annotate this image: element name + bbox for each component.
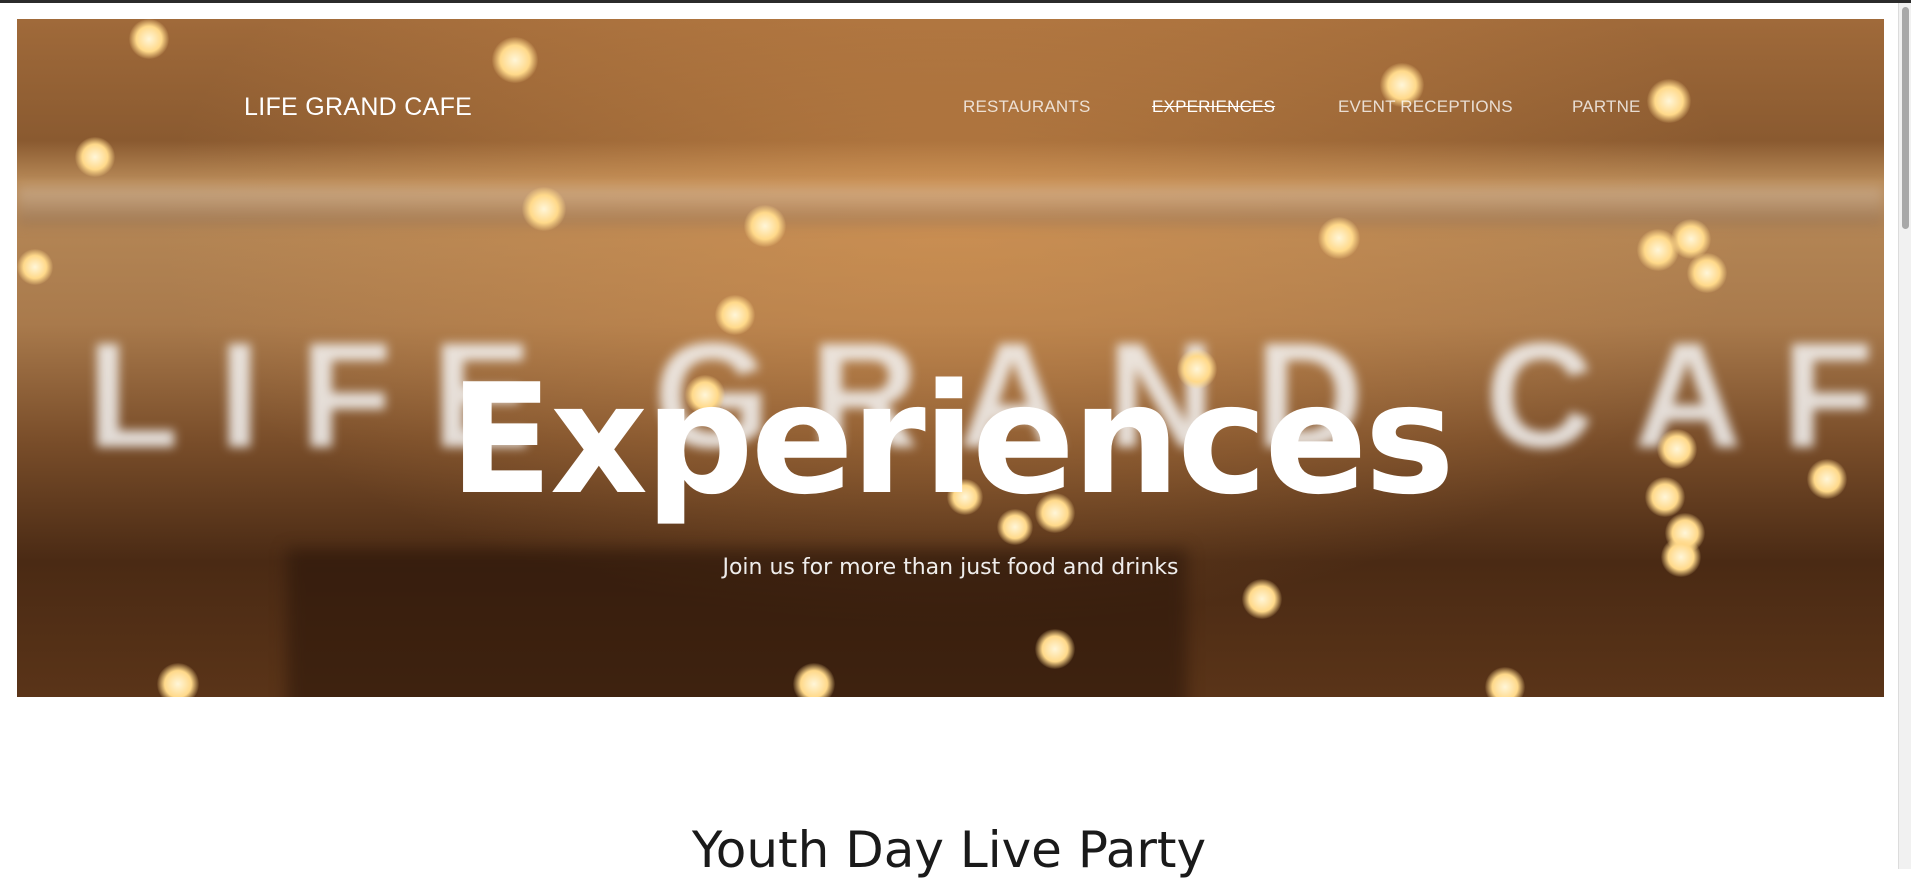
- bokeh-light: [522, 187, 566, 231]
- bokeh-light: [1242, 579, 1282, 619]
- main-navigation: LIFE GRAND CAFE RESTAURANTS EXPERIENCES …: [17, 19, 1884, 159]
- bokeh-light: [715, 295, 755, 335]
- nav-item-partners[interactable]: PARTNE: [1572, 97, 1641, 117]
- bokeh-light: [1035, 629, 1075, 669]
- brand-logo[interactable]: LIFE GRAND CAFE: [244, 93, 472, 122]
- scrollbar-thumb[interactable]: [1902, 7, 1909, 229]
- hero-banner: LIFE GRAND CAFE LIFE GRAND CAFE RESTAURA…: [17, 19, 1884, 697]
- bokeh-light: [1318, 217, 1360, 259]
- bokeh-light: [17, 249, 53, 285]
- bokeh-light: [1687, 253, 1727, 293]
- hero-background-band: [17, 187, 1884, 225]
- hero-title: Experiences: [449, 351, 1455, 528]
- nav-item-event-receptions[interactable]: EVENT RECEPTIONS: [1338, 97, 1513, 117]
- bokeh-light: [793, 663, 835, 697]
- nav-item-experiences[interactable]: EXPERIENCES: [1152, 97, 1275, 117]
- section-title: Youth Day Live Party: [691, 821, 1207, 879]
- bokeh-light: [744, 205, 786, 247]
- page: LIFE GRAND CAFE LIFE GRAND CAFE RESTAURA…: [0, 3, 1898, 878]
- nav-item-restaurants[interactable]: RESTAURANTS: [963, 97, 1091, 117]
- bokeh-light: [157, 663, 199, 697]
- bokeh-light: [1485, 667, 1525, 697]
- hero-subtitle: Join us for more than just food and drin…: [722, 555, 1179, 580]
- page-scrollbar[interactable]: [1898, 3, 1911, 869]
